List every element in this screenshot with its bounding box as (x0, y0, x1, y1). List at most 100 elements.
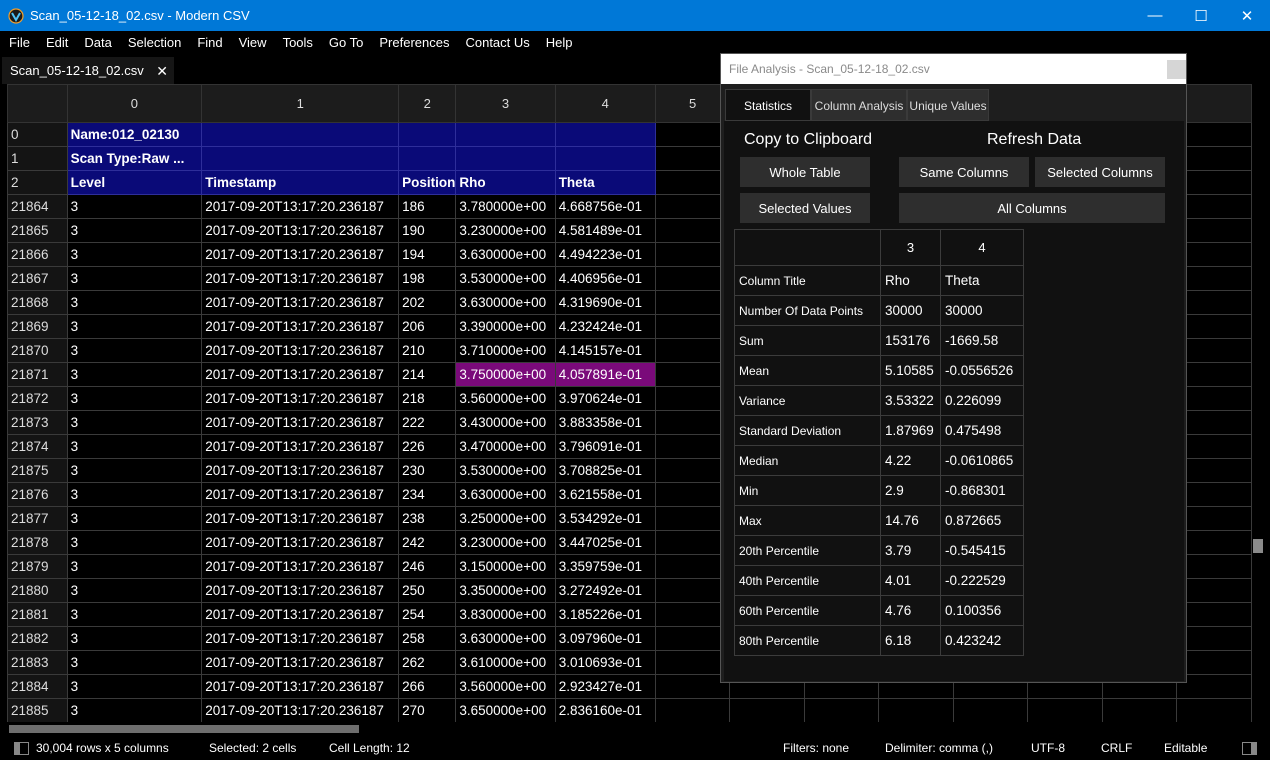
menu-view[interactable]: View (231, 31, 275, 54)
row-header[interactable]: 21882 (7, 626, 68, 651)
grid-cell[interactable]: 4.581489e-01 (554, 218, 656, 243)
grid-cell[interactable]: 2017-09-20T13:17:20.236187 (201, 410, 400, 435)
grid-cell-empty[interactable] (878, 698, 954, 722)
grid-cell[interactable]: 3.534292e-01 (554, 506, 656, 531)
grid-cell[interactable]: 3 (66, 602, 203, 627)
grid-cell-empty[interactable] (1176, 530, 1252, 555)
grid-cell-empty[interactable] (1176, 338, 1252, 363)
grid-cell[interactable]: 3.710000e+00 (455, 338, 556, 363)
grid-cell[interactable]: 3.430000e+00 (455, 410, 556, 435)
grid-cell[interactable]: 2017-09-20T13:17:20.236187 (201, 530, 400, 555)
grid-cell-empty[interactable] (654, 626, 731, 651)
grid-cell-empty[interactable] (654, 506, 731, 531)
grid-cell[interactable]: 230 (398, 458, 457, 483)
stats-value[interactable]: -0.868301 (940, 475, 1024, 506)
row-header[interactable]: 21874 (7, 434, 68, 459)
grid-cell[interactable]: 2017-09-20T13:17:20.236187 (201, 506, 400, 531)
stats-value[interactable]: 14.76 (880, 505, 941, 536)
grid-cell[interactable] (201, 122, 400, 147)
grid-cell[interactable]: 4.406956e-01 (554, 266, 656, 291)
grid-cell[interactable]: 254 (398, 602, 457, 627)
grid-cell[interactable]: Rho (455, 170, 556, 195)
stats-value[interactable]: 0.475498 (940, 415, 1024, 446)
status-filters[interactable]: Filters: none (783, 741, 849, 755)
stats-value[interactable]: 3.53322 (880, 385, 941, 416)
grid-cell[interactable]: 2017-09-20T13:17:20.236187 (201, 338, 400, 363)
grid-cell-empty[interactable] (654, 290, 731, 315)
grid-cell[interactable]: 3 (66, 362, 203, 387)
stats-value[interactable]: 0.423242 (940, 625, 1024, 656)
grid-cell-empty[interactable] (654, 434, 731, 459)
stats-value[interactable]: 6.18 (880, 625, 941, 656)
grid-cell[interactable]: 214 (398, 362, 457, 387)
grid-cell[interactable]: 3 (66, 458, 203, 483)
grid-cell-empty[interactable] (654, 650, 731, 675)
grid-cell-empty[interactable] (1176, 218, 1252, 243)
grid-cell-empty[interactable] (1176, 554, 1252, 579)
grid-cell[interactable]: 2017-09-20T13:17:20.236187 (201, 194, 400, 219)
grid-cell-empty[interactable] (1176, 122, 1252, 147)
grid-cell[interactable]: 3.390000e+00 (455, 314, 556, 339)
grid-cell-empty[interactable] (654, 530, 731, 555)
grid-cell-empty[interactable] (1176, 170, 1252, 195)
grid-cell-empty[interactable] (1176, 602, 1252, 627)
grid-cell[interactable]: 258 (398, 626, 457, 651)
row-header[interactable]: 2 (7, 170, 68, 195)
stats-value[interactable]: 4.01 (880, 565, 941, 596)
grid-cell[interactable]: 3 (66, 482, 203, 507)
grid-cell-empty[interactable] (1176, 674, 1252, 699)
grid-cell-empty[interactable] (654, 698, 731, 722)
tab-unique-values[interactable]: Unique Values (907, 89, 990, 121)
stats-value[interactable]: 30000 (880, 295, 941, 326)
grid-cell-empty[interactable] (654, 578, 731, 603)
grid-cell[interactable]: 2017-09-20T13:17:20.236187 (201, 266, 400, 291)
column-header[interactable]: 1 (201, 84, 400, 123)
refresh-same-columns-button[interactable]: Same Columns (899, 157, 1029, 187)
grid-cell[interactable]: 3.780000e+00 (455, 194, 556, 219)
grid-cell[interactable] (398, 146, 457, 171)
grid-cell[interactable]: 3.230000e+00 (455, 530, 556, 555)
grid-cell-empty[interactable] (1176, 362, 1252, 387)
row-header[interactable]: 21877 (7, 506, 68, 531)
grid-cell[interactable]: 3.010693e-01 (554, 650, 656, 675)
grid-cell-empty[interactable] (1176, 410, 1252, 435)
grid-cell-empty[interactable] (654, 674, 731, 699)
stats-value[interactable]: -0.545415 (940, 535, 1024, 566)
grid-cell-empty[interactable] (654, 338, 731, 363)
grid-cell[interactable]: 3.530000e+00 (455, 458, 556, 483)
grid-cell[interactable]: 2017-09-20T13:17:20.236187 (201, 218, 400, 243)
stats-value[interactable]: -1669.58 (940, 325, 1024, 356)
grid-cell[interactable] (455, 122, 556, 147)
grid-cell[interactable]: 3 (66, 674, 203, 699)
grid-cell-empty[interactable] (654, 386, 731, 411)
menu-help[interactable]: Help (538, 31, 581, 54)
grid-cell[interactable]: 262 (398, 650, 457, 675)
grid-cell[interactable]: 222 (398, 410, 457, 435)
grid-cell[interactable]: 3 (66, 194, 203, 219)
grid-cell[interactable]: 3.185226e-01 (554, 602, 656, 627)
grid-cell-empty[interactable] (654, 218, 731, 243)
stats-value[interactable]: Theta (940, 265, 1024, 296)
grid-cell[interactable]: Name:012_02130 (66, 122, 203, 147)
grid-cell[interactable]: 3.359759e-01 (554, 554, 656, 579)
stats-value[interactable]: 2.9 (880, 475, 941, 506)
row-header[interactable]: 21868 (7, 290, 68, 315)
tab-column-analysis[interactable]: Column Analysis (811, 89, 908, 121)
grid-cell[interactable]: 3 (66, 578, 203, 603)
grid-cell-empty[interactable] (1176, 194, 1252, 219)
grid-cell-empty[interactable] (654, 146, 731, 171)
grid-cell[interactable] (554, 122, 656, 147)
menu-selection[interactable]: Selection (120, 31, 189, 54)
dialog-close-button[interactable] (1167, 60, 1186, 79)
grid-cell[interactable] (554, 146, 656, 171)
stats-value[interactable]: 153176 (880, 325, 941, 356)
row-header[interactable]: 21878 (7, 530, 68, 555)
grid-cell[interactable]: 3.883358e-01 (554, 410, 656, 435)
grid-cell[interactable]: 3.610000e+00 (455, 650, 556, 675)
menu-go-to[interactable]: Go To (321, 31, 371, 54)
grid-cell[interactable]: 3 (66, 434, 203, 459)
grid-cell[interactable]: 202 (398, 290, 457, 315)
status-encoding[interactable]: UTF-8 (1031, 741, 1065, 755)
grid-cell[interactable]: 3 (66, 386, 203, 411)
grid-cell[interactable]: 2.923427e-01 (554, 674, 656, 699)
